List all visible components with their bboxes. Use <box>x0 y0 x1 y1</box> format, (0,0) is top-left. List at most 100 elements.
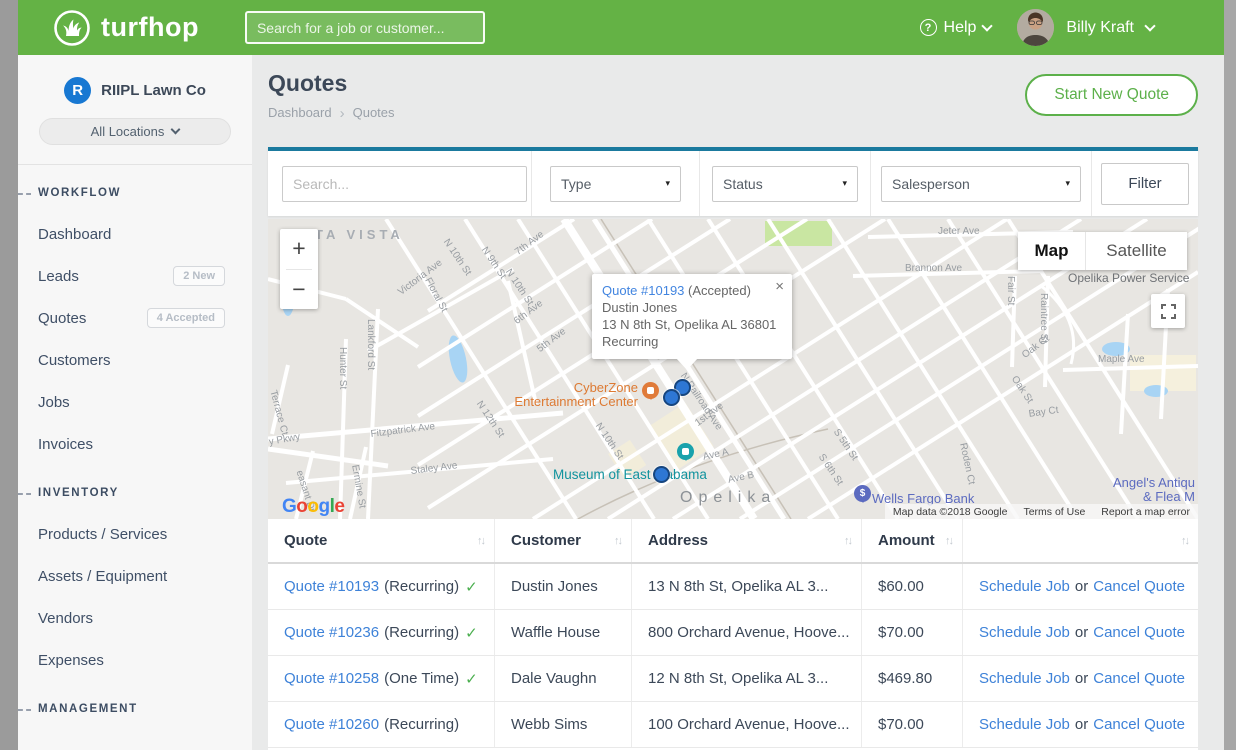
sidebar-item-label: Assets / Equipment <box>38 568 167 585</box>
sidebar-item-invoices[interactable]: Invoices <box>18 423 252 465</box>
sidebar-section-management[interactable]: MANAGEMENT <box>18 689 252 729</box>
sidebar-item-jobs[interactable]: Jobs <box>18 381 252 423</box>
cancel-quote-link[interactable]: Cancel Quote <box>1093 716 1185 733</box>
quote-link[interactable]: Quote #10258 <box>284 670 379 687</box>
user-menu[interactable]: Billy Kraft <box>1017 9 1154 46</box>
filter-button[interactable]: Filter <box>1101 163 1189 205</box>
sort-icon[interactable]: ↑↓ <box>614 535 621 547</box>
sidebar-item-expenses[interactable]: Expenses <box>18 639 252 681</box>
quote-cell: Quote #10193(Recurring)✓ <box>268 564 495 609</box>
sort-icon[interactable]: ↑↓ <box>844 535 851 547</box>
cancel-quote-link[interactable]: Cancel Quote <box>1093 578 1185 595</box>
scrollbar[interactable] <box>1224 0 1236 750</box>
sidebar-item-vendors[interactable]: Vendors <box>18 597 252 639</box>
column-header-actions[interactable]: ↑↓ <box>963 519 1198 562</box>
popup-close-icon[interactable]: × <box>775 279 784 294</box>
popup-frequency: Recurring <box>602 333 782 350</box>
sidebar-item-customers[interactable]: Customers <box>18 339 252 381</box>
quote-type: (Recurring) <box>384 578 459 595</box>
quotes-map[interactable]: TA VISTA Opelika N 10th St N 10th St N 1… <box>268 219 1198 519</box>
quote-link[interactable]: Quote #10193 <box>284 578 379 595</box>
chevron-down-icon <box>171 125 181 135</box>
schedule-job-link[interactable]: Schedule Job <box>979 670 1070 687</box>
column-header-customer[interactable]: Customer↑↓ <box>495 519 632 562</box>
chevron-down-icon <box>982 20 993 31</box>
status-select[interactable]: Status▾ <box>712 166 858 202</box>
cancel-quote-link[interactable]: Cancel Quote <box>1093 670 1185 687</box>
zoom-out-button[interactable]: − <box>280 270 318 310</box>
poi-cyberzone: CyberZone Entertainment Center <box>503 381 638 409</box>
column-label: Amount <box>878 532 935 549</box>
cancel-quote-link[interactable]: Cancel Quote <box>1093 624 1185 641</box>
customer-cell: Dustin Jones <box>495 564 632 609</box>
bank-pin-icon[interactable]: $ <box>854 485 871 502</box>
column-header-quote[interactable]: Quote↑↓ <box>268 519 495 562</box>
start-new-quote-button[interactable]: Start New Quote <box>1025 74 1198 116</box>
quote-type: (Recurring) <box>384 624 459 641</box>
avatar <box>1017 9 1054 46</box>
help-label: Help <box>944 19 977 37</box>
schedule-job-link[interactable]: Schedule Job <box>979 578 1070 595</box>
location-selector[interactable]: All Locations <box>39 118 231 145</box>
street-label: Maple Ave <box>1098 354 1145 365</box>
schedule-job-link[interactable]: Schedule Job <box>979 624 1070 641</box>
sidebar-item-assets-equipment[interactable]: Assets / Equipment <box>18 555 252 597</box>
type-select[interactable]: Type▾ <box>550 166 681 202</box>
museum-pin-icon[interactable] <box>677 443 694 460</box>
salesperson-select[interactable]: Salesperson▾ <box>881 166 1081 202</box>
quote-cell: Quote #10236(Recurring)✓ <box>268 610 495 655</box>
quote-link[interactable]: Quote #10260 <box>284 716 379 733</box>
sort-icon[interactable]: ↑↓ <box>1181 535 1188 547</box>
amount-cell: $70.00 <box>862 610 963 655</box>
column-header-amount[interactable]: Amount ↑↓ <box>862 519 963 562</box>
sidebar-item-label: Customers <box>38 352 111 369</box>
quotes-search-input[interactable] <box>282 166 527 202</box>
global-search-input[interactable] <box>245 11 485 44</box>
actions-cell: Schedule JoborCancel Quote <box>963 564 1198 609</box>
sidebar-section-reports[interactable]: REPORTS <box>18 737 252 750</box>
brand-logo[interactable]: turfhop <box>52 8 199 48</box>
company-row[interactable]: R RIIPL Lawn Co <box>18 77 252 104</box>
report-map-error-link[interactable]: Report a map error <box>1101 506 1190 518</box>
column-header-address[interactable]: Address ↑↓ <box>632 519 862 562</box>
sort-icon[interactable]: ↑↓ <box>477 535 484 547</box>
column-label: Address <box>648 532 708 549</box>
company-block: R RIIPL Lawn Co All Locations <box>18 55 252 165</box>
quote-link[interactable]: Quote #10236 <box>284 624 379 641</box>
popup-quote-status: (Accepted) <box>688 283 751 298</box>
sort-icon[interactable]: ↑↓ <box>945 535 952 547</box>
sidebar-item-dashboard[interactable]: Dashboard <box>18 213 252 255</box>
terms-of-use-link[interactable]: Terms of Use <box>1023 506 1085 518</box>
brand-name: turfhop <box>101 12 199 43</box>
sidebar-item-quotes[interactable]: Quotes4 Accepted <box>18 297 252 339</box>
map-area-label: TA VISTA <box>315 227 404 242</box>
actions-cell: Schedule JoborCancel Quote <box>963 656 1198 701</box>
popup-quote-link[interactable]: Quote #10193 <box>602 283 684 298</box>
filter-search-section <box>268 151 531 216</box>
amount-cell: $70.00 <box>862 702 963 747</box>
restaurant-pin-icon[interactable] <box>642 382 659 399</box>
quote-map-marker[interactable] <box>653 466 670 483</box>
satellite-tab[interactable]: Satellite <box>1086 232 1187 270</box>
zoom-in-button[interactable]: + <box>280 229 318 269</box>
filter-bar: Type▾ Status▾ Salesperson▾ Filter <box>268 147 1198 216</box>
popup-address: 13 N 8th St, Opelika AL 36801 <box>602 316 782 333</box>
poi-cyberzone-line2: Entertainment Center <box>503 395 638 409</box>
sidebar-item-leads[interactable]: Leads2 New <box>18 255 252 297</box>
map-tab[interactable]: Map <box>1018 232 1086 270</box>
breadcrumb-dashboard[interactable]: Dashboard <box>268 105 332 121</box>
schedule-job-link[interactable]: Schedule Job <box>979 716 1070 733</box>
google-logo[interactable]: Google <box>282 496 344 518</box>
quote-map-marker[interactable] <box>663 389 680 406</box>
or-text: or <box>1075 624 1088 641</box>
top-navigation-bar: turfhop ? Help Billy Kraft <box>18 0 1236 55</box>
select-arrow-icon: ▾ <box>842 178 847 189</box>
fullscreen-button[interactable] <box>1151 294 1185 328</box>
section-label: WORKFLOW <box>38 187 121 199</box>
sidebar-item-products-services[interactable]: Products / Services <box>18 513 252 555</box>
actions-cell: Schedule Job or Cancel Quote <box>963 610 1198 655</box>
section-dash-icon <box>18 709 31 711</box>
select-arrow-icon: ▾ <box>1065 178 1070 189</box>
help-menu[interactable]: ? Help <box>920 19 992 37</box>
popup-customer: Dustin Jones <box>602 299 782 316</box>
